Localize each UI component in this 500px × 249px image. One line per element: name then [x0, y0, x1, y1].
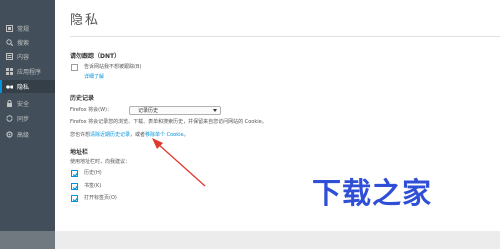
- watermark-brand: 下载之家: [312, 176, 433, 210]
- watermark-url: www.downza.cn: [350, 212, 473, 226]
- watermark-bar: [0, 231, 500, 249]
